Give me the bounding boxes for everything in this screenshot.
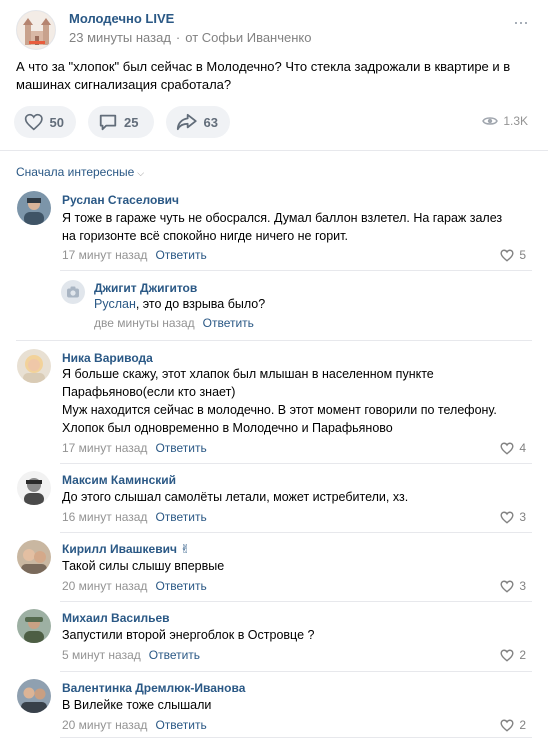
heart-icon xyxy=(500,580,514,593)
post-author[interactable]: от Софьи Иванченко xyxy=(185,30,311,45)
comment-meta: 16 минут назад Ответить xyxy=(62,510,207,524)
comment-text: Я тоже в гараже чуть не обосрался. Думал… xyxy=(62,211,503,243)
reply-button[interactable]: Ответить xyxy=(155,248,206,262)
comment-meta: 20 минут назад Ответить xyxy=(62,579,207,593)
share-button[interactable]: 63 xyxy=(166,106,230,138)
comment-time[interactable]: 20 минут назад xyxy=(62,579,147,593)
comment-time[interactable]: 17 минут назад xyxy=(62,441,147,455)
comment-meta: 17 минут назад Ответить xyxy=(62,248,207,262)
comment-like-button[interactable]: 3 xyxy=(500,510,526,524)
group-avatar[interactable] xyxy=(16,10,56,50)
reply-button[interactable]: Ответить xyxy=(155,579,206,593)
heart-icon xyxy=(24,113,43,131)
heart-icon xyxy=(500,442,514,455)
group-logo-icon xyxy=(17,11,55,49)
share-icon xyxy=(176,113,197,131)
reply-button[interactable]: Ответить xyxy=(155,510,206,524)
comment-meta: 17 минут назад Ответить xyxy=(62,441,207,455)
avatar[interactable] xyxy=(17,540,51,574)
sort-label: Сначала интересные xyxy=(16,165,135,179)
comment-like-button[interactable]: 2 xyxy=(500,718,526,732)
comment-meta: 20 минут назад Ответить xyxy=(62,718,207,732)
comment-meta: две минуты назад Ответить xyxy=(94,316,254,330)
comment-likes-count: 2 xyxy=(519,648,526,662)
likes-count: 50 xyxy=(49,114,64,130)
commenter-name[interactable]: Джигит Джигитов xyxy=(94,281,197,295)
comment-likes-count: 2 xyxy=(519,718,526,732)
reply-to-link[interactable]: Руслан xyxy=(94,297,136,311)
avatar[interactable] xyxy=(61,280,85,304)
sort-dropdown[interactable]: Сначала интересные ⌵ xyxy=(16,165,144,179)
camera-icon xyxy=(67,286,79,298)
comment-time[interactable]: 17 минут назад xyxy=(62,248,147,262)
comment-time[interactable]: 20 минут назад xyxy=(62,718,147,732)
views-counter: 1.3K xyxy=(482,114,528,128)
reply-text: , это до взрыва было? xyxy=(135,297,266,311)
comment-divider xyxy=(60,463,532,464)
comment-text: Я больше скажу, этот хлапок был млышан в… xyxy=(62,367,497,435)
comment-likes-count: 4 xyxy=(519,441,526,455)
avatar[interactable] xyxy=(17,609,51,643)
commenter-name[interactable]: Кирилл Ивашкевич ✌ xyxy=(62,542,190,556)
comment-button[interactable]: 25 xyxy=(88,106,154,138)
comment-icon xyxy=(99,114,117,131)
commenter-name[interactable]: Валентинка Дремлюк-Иванова xyxy=(62,681,245,695)
comment-text: Запустили второй энергоблок в Островце ? xyxy=(62,628,315,642)
commenter-name-text: Кирилл Ивашкевич xyxy=(62,542,177,556)
eye-icon xyxy=(482,117,499,125)
views-count: 1.3K xyxy=(503,114,528,128)
heart-icon xyxy=(500,249,514,262)
comment-like-button[interactable]: 2 xyxy=(500,648,526,662)
reply-button[interactable]: Ответить xyxy=(155,718,206,732)
commenter-name[interactable]: Михаил Васильев xyxy=(62,611,170,625)
avatar[interactable] xyxy=(17,679,51,713)
post-divider xyxy=(0,150,548,151)
comment-likes-count: 5 xyxy=(519,248,526,262)
avatar[interactable] xyxy=(17,471,51,505)
comment-divider xyxy=(60,601,532,602)
reply-button[interactable]: Ответить xyxy=(155,441,206,455)
commenter-name[interactable]: Ника Варивода xyxy=(62,351,153,365)
avatar[interactable] xyxy=(17,349,51,383)
like-button[interactable]: 50 xyxy=(14,106,76,138)
chevron-down-icon: ⌵ xyxy=(137,168,145,178)
comment-divider xyxy=(60,671,532,672)
comment-like-button[interactable]: 5 xyxy=(500,248,526,262)
shares-count: 63 xyxy=(203,114,218,130)
comment-like-button[interactable]: 4 xyxy=(500,441,526,455)
comment-divider xyxy=(16,340,532,341)
comment-text: В Вилейке тоже слышали xyxy=(62,698,212,712)
post-text: А что за "хлопок" был сейчас в Молодечно… xyxy=(16,59,511,92)
commenter-name[interactable]: Руслан Стаселович xyxy=(62,193,179,207)
commenter-name[interactable]: Максим Каминский xyxy=(62,473,176,487)
comment-likes-count: 3 xyxy=(519,510,526,524)
heart-icon xyxy=(500,649,514,662)
comments-count: 25 xyxy=(124,114,139,130)
comment-likes-count: 3 xyxy=(519,579,526,593)
post-time[interactable]: 23 минуты назад xyxy=(69,30,171,45)
reply-button[interactable]: Ответить xyxy=(203,316,254,330)
heart-icon xyxy=(500,719,514,732)
comment-time[interactable]: 5 минут назад xyxy=(62,648,141,662)
more-options-icon[interactable]: ··· xyxy=(513,13,529,31)
avatar[interactable] xyxy=(17,191,51,225)
comment-divider xyxy=(60,270,532,271)
comment-time[interactable]: две минуты назад xyxy=(94,316,195,330)
post-meta: 23 минуты назад · от Софьи Иванченко xyxy=(69,30,311,45)
comment-time[interactable]: 16 минут назад xyxy=(62,510,147,524)
comment-text: До этого слышал самолёты летали, может и… xyxy=(62,490,409,504)
comment-meta: 5 минут назад Ответить xyxy=(62,648,200,662)
comment-divider xyxy=(60,532,532,533)
comment-text: Руслан, это до взрыва было? xyxy=(94,295,524,313)
meta-separator: · xyxy=(175,30,181,45)
heart-icon xyxy=(500,511,514,524)
comment-divider xyxy=(60,737,532,738)
victory-hand-emoji-icon: ✌ xyxy=(180,542,191,556)
comment-text: Такой силы слышу впервые xyxy=(62,559,225,573)
group-name[interactable]: Молодечно LIVE xyxy=(69,11,174,26)
comment-like-button[interactable]: 3 xyxy=(500,579,526,593)
post-header: Молодечно LIVE 23 минуты назад · от Софьи … xyxy=(16,10,532,50)
reply-button[interactable]: Ответить xyxy=(149,648,200,662)
post-action-bar: 50 25 63 1.3K xyxy=(14,106,534,138)
